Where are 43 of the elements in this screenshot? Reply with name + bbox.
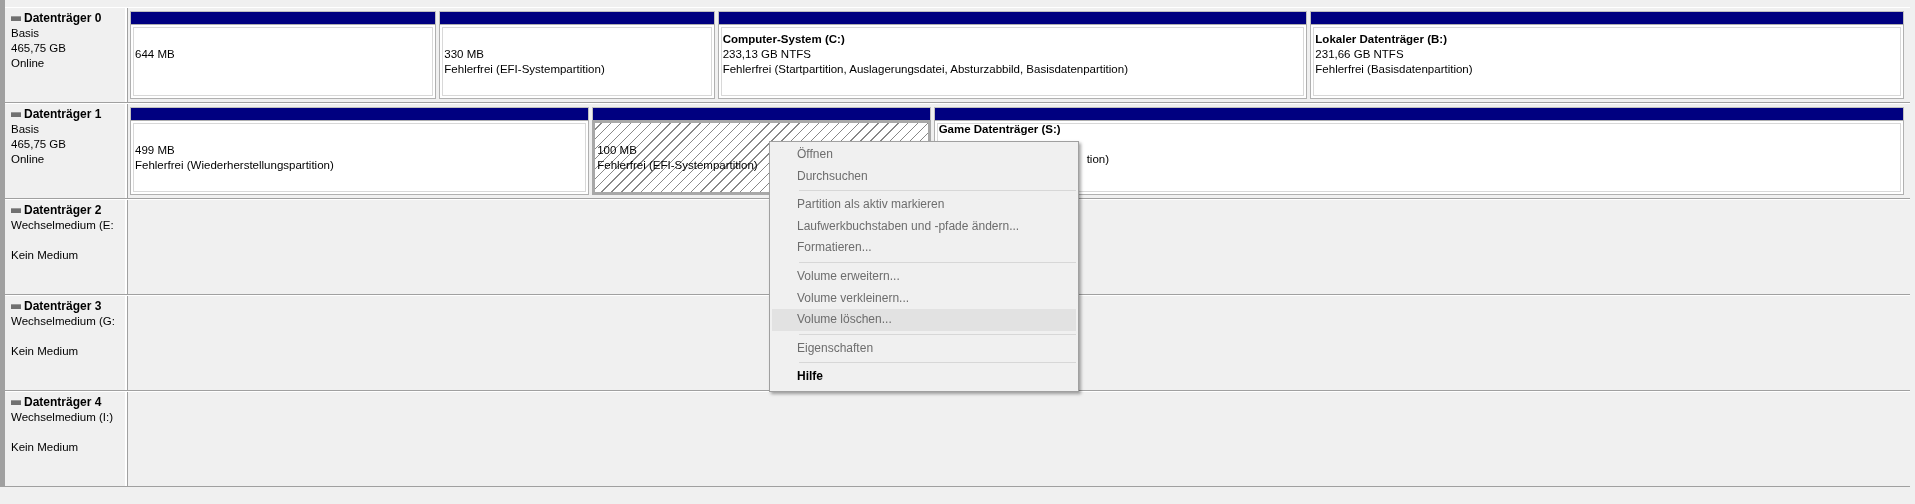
partition-size: 100 MB [597,144,637,156]
disk-type: Wechselmedium (E: [11,219,114,231]
partition-name: Game Datenträger (S:) [938,123,1061,135]
partition-block[interactable]: 644 MB [130,24,437,99]
disk-size: 465,75 GB [11,138,66,150]
partition-status: Fehlerfrei (EFI-Systempartition) [444,63,605,75]
partition-status: Fehlerfrei (Wiederherstellungspartition) [135,159,334,171]
disk-name: Datenträger 2 [24,203,102,218]
partition-block[interactable]: Computer-System (C:) 233,13 GB NTFS Fehlerfrei (Startpartition, Auslagerungsdatei, Absturzabbild, Basisdatenpartition) [717,24,1308,99]
disk-name: Datenträger 3 [24,299,102,314]
partition-status: Fehlerfrei (Basisdatenpartition) [1315,63,1473,75]
disk-status: Online [11,153,45,165]
partition-status: tion) [1086,153,1109,165]
disk-name: Datenträger 1 [24,107,102,122]
disk-info-panel[interactable]: Datenträger 3 Wechselmedium (G: Kein Medium [5,296,127,390]
disk-type: Basis [11,27,40,39]
partition-name: Lokaler Datenträger (B:) [1315,33,1447,45]
partition-block[interactable]: Lokaler Datenträger (B:) 231,66 GB NTFS Fehlerfrei (Basisdatenpartition) [1310,24,1904,99]
disk-size: 465,75 GB [11,42,66,54]
disk-status: Kein Medium [11,441,79,453]
disk-info-panel[interactable]: Datenträger 4 Wechselmedium (I:) Kein Medium [5,392,127,486]
disk-info-panel[interactable]: Datenträger 0 Basis 465,75 GB Online [5,8,127,102]
partition-name: Computer-System (C:) [722,33,845,45]
partition-status: Fehlerfrei (EFI-Systempartition) [597,159,758,171]
partition-size: 233,13 GB NTFS [722,48,811,60]
partition-size: 330 MB [444,48,484,60]
partition-size: 644 MB [135,48,175,60]
partition-size: 231,66 GB NTFS [1315,48,1404,60]
disk-name: Datenträger 0 [24,11,102,26]
disk-type: Basis [11,123,40,135]
disk-status: Kein Medium [11,345,79,357]
disk-type: Wechselmedium (I:) [11,411,114,423]
disk-status: Online [11,57,45,69]
disk-info-panel[interactable]: Datenträger 1 Basis 465,75 GB Online [5,104,127,198]
disk-status: Kein Medium [11,249,79,261]
disk-info-panel[interactable]: Datenträger 2 Wechselmedium (E: Kein Medium [5,200,127,294]
disk-name: Datenträger 4 [24,395,102,410]
partition-block[interactable]: 330 MB Fehlerfrei (EFI-Systempartition) [439,24,715,99]
disk-type: Wechselmedium (G: [11,315,115,327]
partition-size: 499 MB [135,144,175,156]
partition-block[interactable]: 499 MB Fehlerfrei (Wiederherstellungspartition) [130,120,590,195]
partition-status: Fehlerfrei (Startpartition, Auslagerungsdatei, Absturzabbild, Basisdatenpartition) [722,63,1128,75]
menu-item[interactable]: Hilfe [772,366,1076,388]
